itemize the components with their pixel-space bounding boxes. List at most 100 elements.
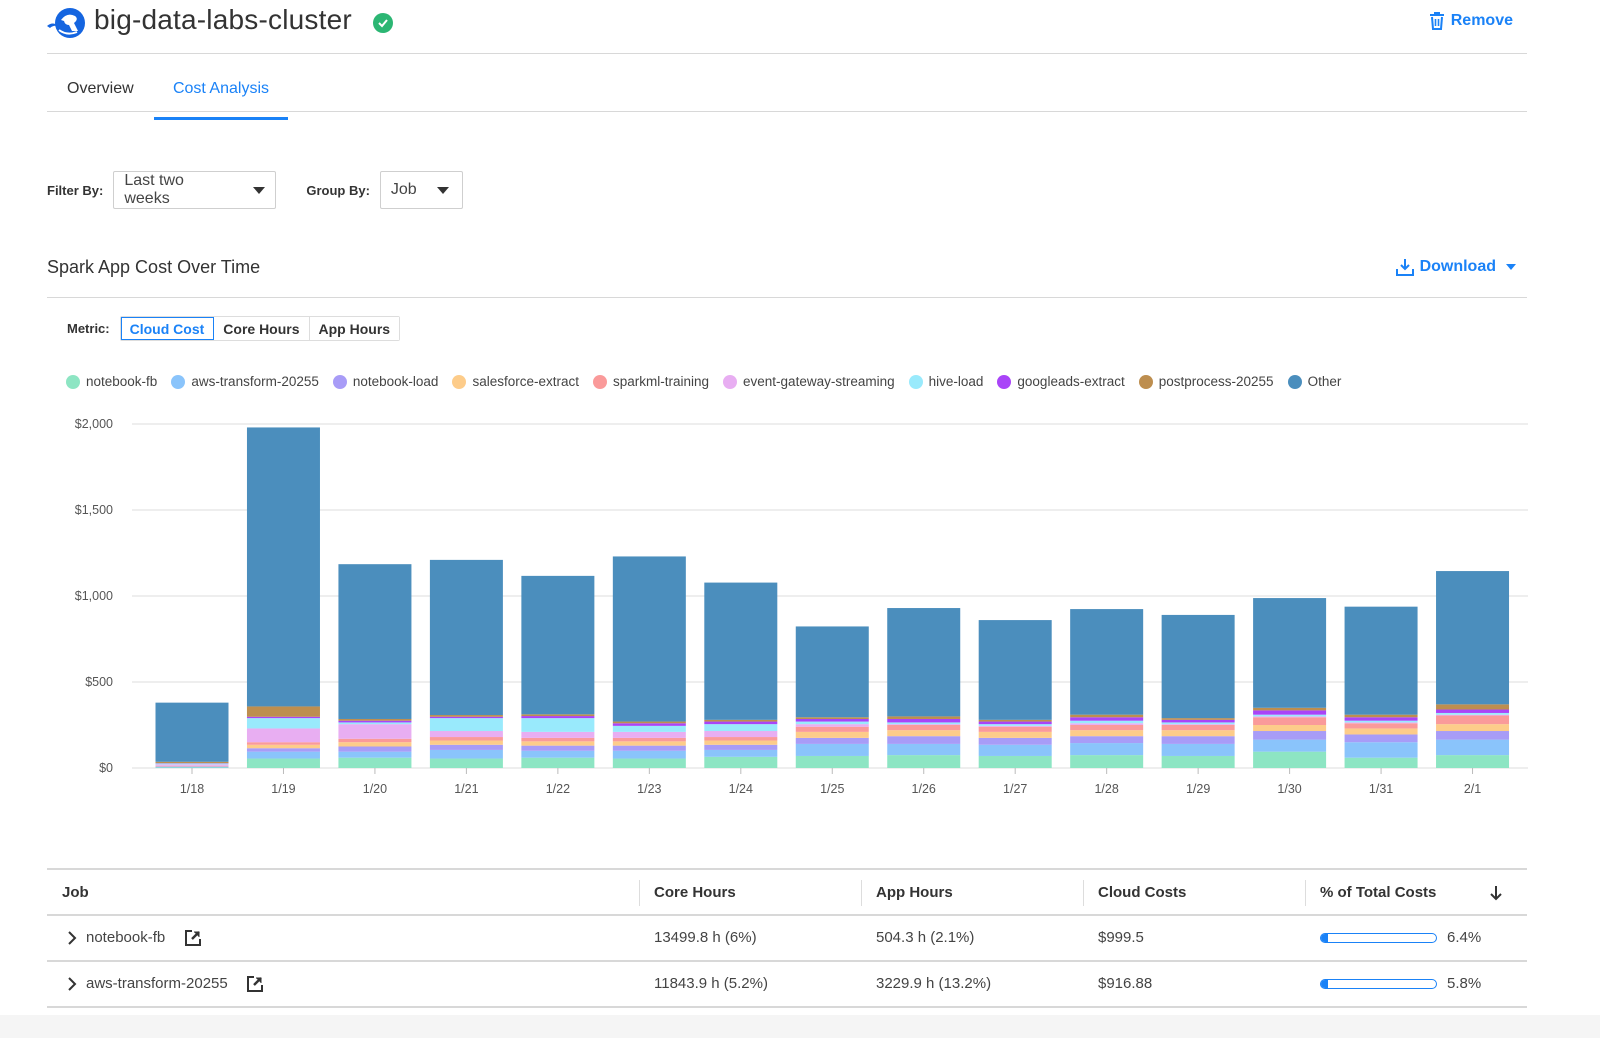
bar-segment[interactable] [1070, 717, 1144, 721]
bar-segment[interactable] [1161, 719, 1235, 723]
chevron-right-icon[interactable] [67, 930, 77, 946]
bar-segment[interactable] [795, 724, 869, 727]
bar-segment[interactable] [978, 744, 1052, 756]
external-link-icon[interactable] [184, 929, 202, 947]
bar-segment[interactable] [612, 556, 686, 722]
bar-segment[interactable] [1161, 730, 1235, 737]
bar-segment[interactable] [1253, 710, 1327, 715]
bar-segment[interactable] [1070, 723, 1144, 725]
sort-arrow-down-icon[interactable] [1490, 885, 1502, 901]
legend-item[interactable]: sparkml-training [593, 374, 709, 389]
bar-segment[interactable] [1344, 606, 1418, 715]
bar-segment[interactable] [795, 731, 869, 738]
bar-segment[interactable] [1161, 755, 1235, 768]
legend-item[interactable]: aws-transform-20255 [171, 374, 319, 389]
bar-segment[interactable] [338, 738, 412, 743]
bar-segment[interactable] [612, 758, 686, 768]
bar-segment[interactable] [155, 761, 229, 764]
bar-segment[interactable] [887, 730, 961, 737]
bar-segment[interactable] [1253, 707, 1327, 711]
download-button[interactable]: Download [1395, 258, 1516, 276]
job-name[interactable]: aws-transform-20255 [86, 975, 228, 992]
bar-segment[interactable] [246, 748, 320, 752]
legend-item[interactable]: hive-load [908, 374, 983, 389]
bar-segment[interactable] [1253, 731, 1327, 740]
group-by-select[interactable]: Job [379, 171, 463, 209]
bar-segment[interactable] [704, 731, 778, 738]
bar-segment[interactable] [429, 731, 503, 738]
bar-segment[interactable] [1253, 751, 1327, 768]
bar-segment[interactable] [978, 721, 1052, 725]
bar-segment[interactable] [1253, 739, 1327, 752]
bar-segment[interactable] [612, 725, 686, 732]
bar-segment[interactable] [704, 721, 778, 725]
col-header-job[interactable]: Job [62, 884, 89, 901]
bar-segment[interactable] [338, 757, 412, 768]
col-header-app-hours[interactable]: App Hours [876, 884, 953, 901]
bar-segment[interactable] [1253, 598, 1327, 708]
bar-segment[interactable] [1070, 736, 1144, 744]
bar-segment[interactable] [1253, 714, 1327, 717]
bar-segment[interactable] [704, 756, 778, 768]
bar-segment[interactable] [1436, 704, 1510, 710]
bar-segment[interactable] [1253, 716, 1327, 718]
bar-segment[interactable] [155, 763, 229, 765]
bar-segment[interactable] [1344, 742, 1418, 758]
bar-segment[interactable] [1161, 725, 1235, 731]
bar-segment[interactable] [1161, 736, 1235, 744]
bar-segment[interactable] [1070, 609, 1144, 715]
bar-segment[interactable] [1344, 720, 1418, 723]
bar-segment[interactable] [1344, 757, 1418, 768]
bar-segment[interactable] [1344, 734, 1418, 743]
bar-segment[interactable] [155, 764, 229, 766]
bar-segment[interactable] [1161, 743, 1235, 756]
bar-segment[interactable] [704, 582, 778, 720]
table-row[interactable]: notebook-fb 13499.8 h (6%) 504.3 h (2.1%… [47, 916, 1527, 962]
bar-segment[interactable] [612, 741, 686, 746]
bar-segment[interactable] [1436, 739, 1510, 756]
bar-segment[interactable] [704, 740, 778, 745]
bar-segment[interactable] [338, 751, 412, 758]
bar-segment[interactable] [246, 751, 320, 759]
bar-segment[interactable] [429, 715, 503, 717]
bar-segment[interactable] [978, 726, 1052, 732]
legend-item[interactable]: event-gateway-streaming [723, 374, 895, 389]
external-link-icon[interactable] [246, 975, 264, 993]
bar-segment[interactable] [521, 741, 595, 746]
bar-segment[interactable] [1070, 720, 1144, 724]
bar-segment[interactable] [1070, 714, 1144, 718]
bar-segment[interactable] [155, 767, 229, 768]
bar-segment[interactable] [612, 737, 686, 742]
bar-segment[interactable] [887, 755, 961, 768]
metric-app-hours[interactable]: App Hours [309, 317, 400, 340]
bar-segment[interactable] [1344, 714, 1418, 718]
bar-segment[interactable] [795, 717, 869, 719]
remove-button[interactable]: Remove [1429, 12, 1513, 30]
bar-segment[interactable] [1161, 614, 1235, 719]
bar-segment[interactable] [978, 755, 1052, 768]
bar-segment[interactable] [1344, 728, 1418, 735]
legend-item[interactable]: notebook-load [332, 374, 438, 389]
bar-segment[interactable] [338, 720, 412, 723]
bar-segment[interactable] [246, 718, 320, 729]
bar-segment[interactable] [521, 718, 595, 732]
bar-segment[interactable] [978, 737, 1052, 745]
bar-segment[interactable] [1070, 730, 1144, 737]
bar-segment[interactable] [1436, 709, 1510, 713]
col-header-cloud-costs[interactable]: Cloud Costs [1098, 884, 1186, 901]
bar-segment[interactable] [338, 724, 412, 739]
bar-segment[interactable] [521, 757, 595, 768]
bar-segment[interactable] [429, 749, 503, 759]
legend-item[interactable]: postprocess-20255 [1138, 374, 1274, 389]
bar-segment[interactable] [1344, 722, 1418, 724]
bar-segment[interactable] [429, 744, 503, 750]
bar-segment[interactable] [978, 731, 1052, 738]
bar-segment[interactable] [1253, 725, 1327, 732]
bar-segment[interactable] [338, 564, 412, 719]
bar-segment[interactable] [887, 743, 961, 756]
legend-item[interactable]: salesforce-extract [452, 374, 579, 389]
bar-segment[interactable] [704, 737, 778, 741]
bar-segment[interactable] [1436, 714, 1510, 716]
bar-segment[interactable] [612, 745, 686, 751]
bar-segment[interactable] [612, 731, 686, 738]
